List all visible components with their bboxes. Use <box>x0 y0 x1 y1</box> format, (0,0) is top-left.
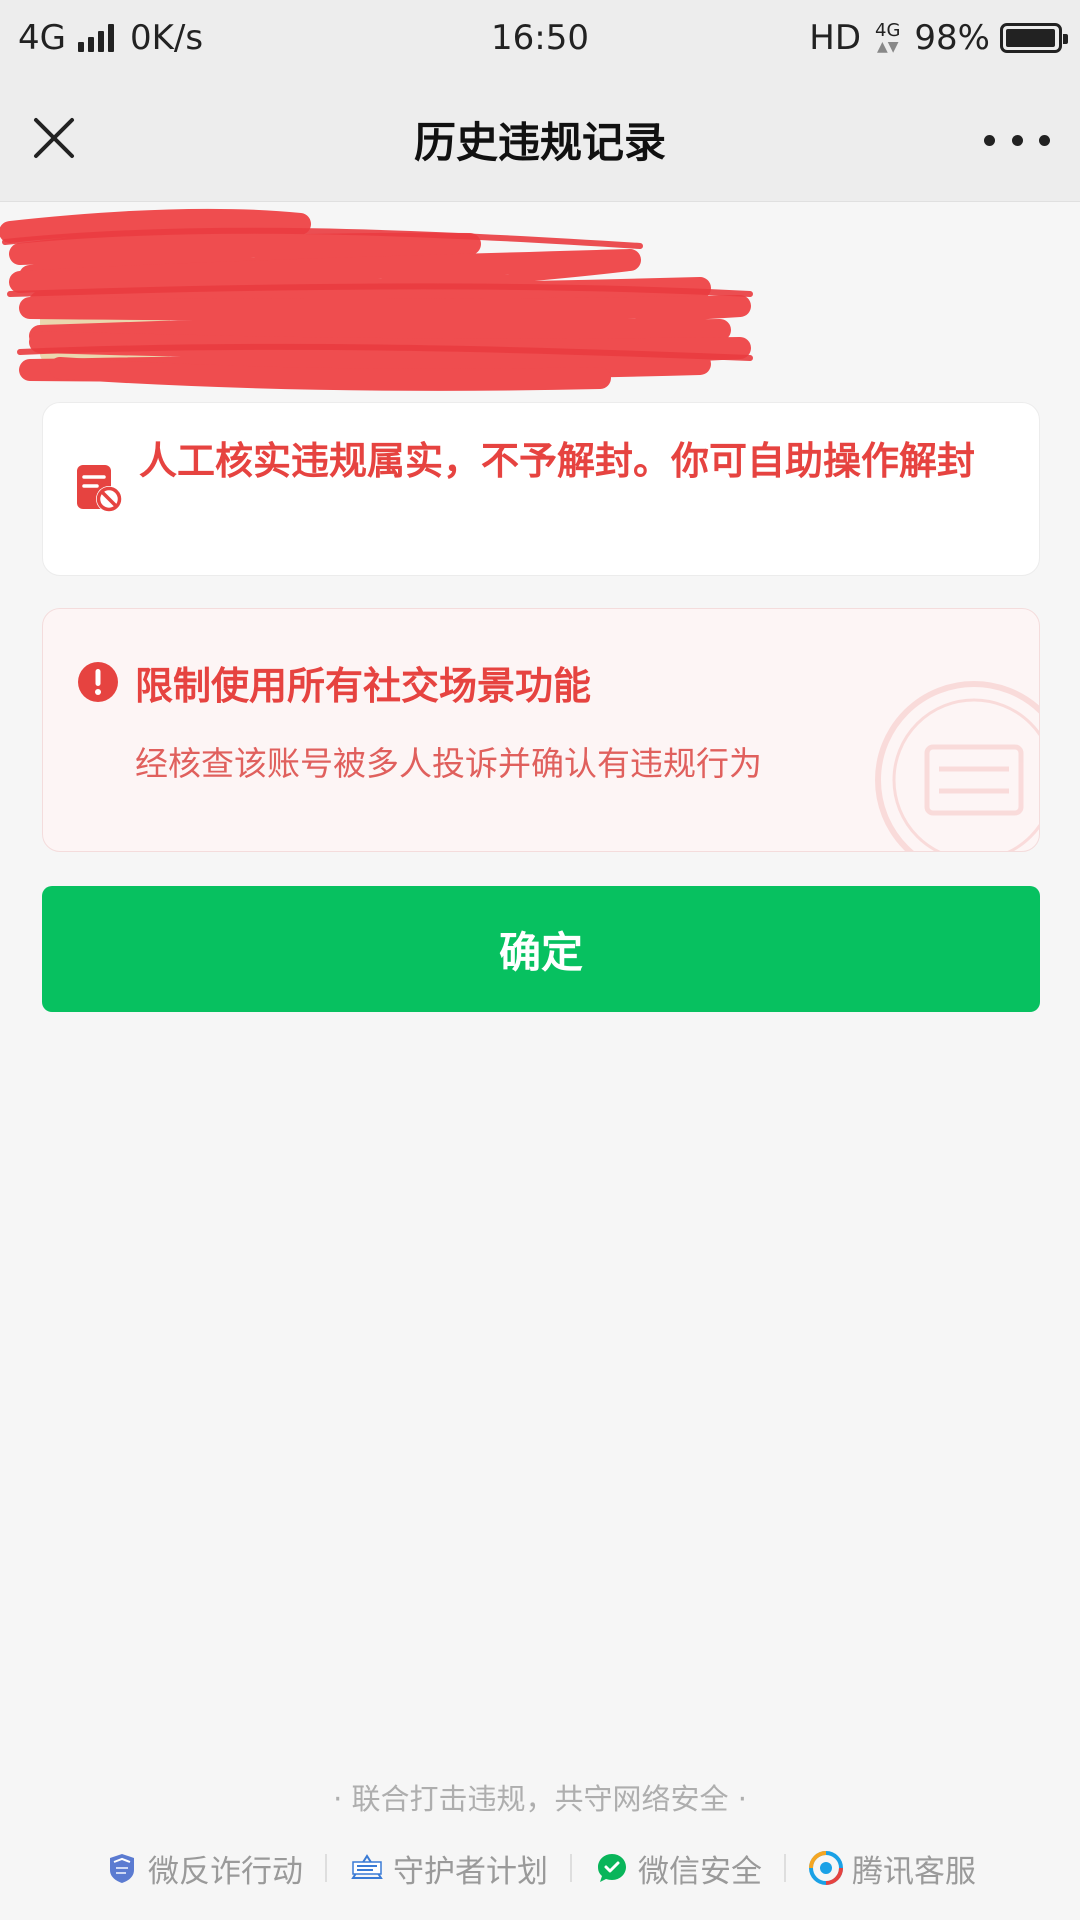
guardian-icon <box>351 1854 383 1879</box>
status-bar-right: HD 4G ▲▼ 98% <box>809 18 1068 58</box>
more-dot-icon <box>1011 134 1023 146</box>
more-dot-icon <box>1039 134 1050 146</box>
restriction-card: 限制使用所有社交场景功能 经核查该账号被多人投诉并确认有违规行为 <box>42 608 1040 852</box>
close-button[interactable] <box>26 110 82 166</box>
footer-slogan: · 联合打击违规，共守网络安全 · <box>333 1782 747 1816</box>
restriction-description: 经核查该账号被多人投诉并确认有违规行为 <box>135 744 762 783</box>
review-result-message: 人工核实违规属实，不予解封。你可自助操作解封 <box>139 439 976 483</box>
signal-icon <box>77 24 114 52</box>
network-speed: 0K/s <box>129 18 204 58</box>
footer-link-tencent-service[interactable]: 腾讯客服 <box>808 1846 976 1891</box>
footer-link-guardian[interactable]: 守护者计划 <box>349 1846 548 1891</box>
shield-icon <box>110 1854 134 1883</box>
redaction-scribble <box>0 208 753 391</box>
exclamation-icon <box>78 662 118 702</box>
footer-link-label: 腾讯客服 <box>852 1853 976 1890</box>
warning-stamp-icon <box>875 681 1039 851</box>
footer-divider <box>570 1854 572 1882</box>
more-dot-icon <box>984 134 995 146</box>
tencent-service-icon <box>809 1851 843 1885</box>
close-icon <box>34 118 74 158</box>
more-button[interactable] <box>984 120 1050 160</box>
footer-links: 微反诈行动 守护者计划 微信安全 腾讯客服 <box>0 1840 1080 1896</box>
nav-bar: 历史违规记录 <box>0 76 1080 202</box>
footer-link-wechat-security[interactable]: 微信安全 <box>594 1846 762 1891</box>
footer-divider <box>784 1854 786 1882</box>
battery-percent: 98% <box>914 18 990 58</box>
net-type-icon: 4G ▲▼ <box>875 20 901 55</box>
footer-divider <box>325 1854 327 1882</box>
footer-link-label: 守护者计划 <box>393 1853 548 1890</box>
network-label: 4G <box>18 18 66 58</box>
review-result-card: 人工核实违规属实，不予解封。你可自助操作解封 <box>42 402 1040 576</box>
redacted-account-info <box>0 202 760 392</box>
document-blocked-icon <box>77 465 122 512</box>
hd-label: HD <box>809 18 862 58</box>
status-bar: 4G 0K/s 16:50 HD 4G ▲▼ 98% <box>0 0 1080 76</box>
page-title: 历史违规记录 <box>413 117 666 167</box>
status-bar-left: 4G 0K/s <box>18 18 203 58</box>
footer-link-anti-fraud[interactable]: 微反诈行动 <box>104 1846 303 1891</box>
confirm-button[interactable]: 确定 <box>42 886 1040 1012</box>
net-type-label: 4G <box>875 20 901 41</box>
battery-fill <box>1006 29 1055 47</box>
battery-icon <box>1000 23 1068 53</box>
wechat-security-icon <box>598 1854 626 1882</box>
footer-link-label: 微信安全 <box>638 1853 762 1890</box>
footer-link-label: 微反诈行动 <box>148 1853 303 1890</box>
data-arrows-icon: ▲▼ <box>876 39 899 55</box>
restriction-title: 限制使用所有社交场景功能 <box>135 664 592 708</box>
